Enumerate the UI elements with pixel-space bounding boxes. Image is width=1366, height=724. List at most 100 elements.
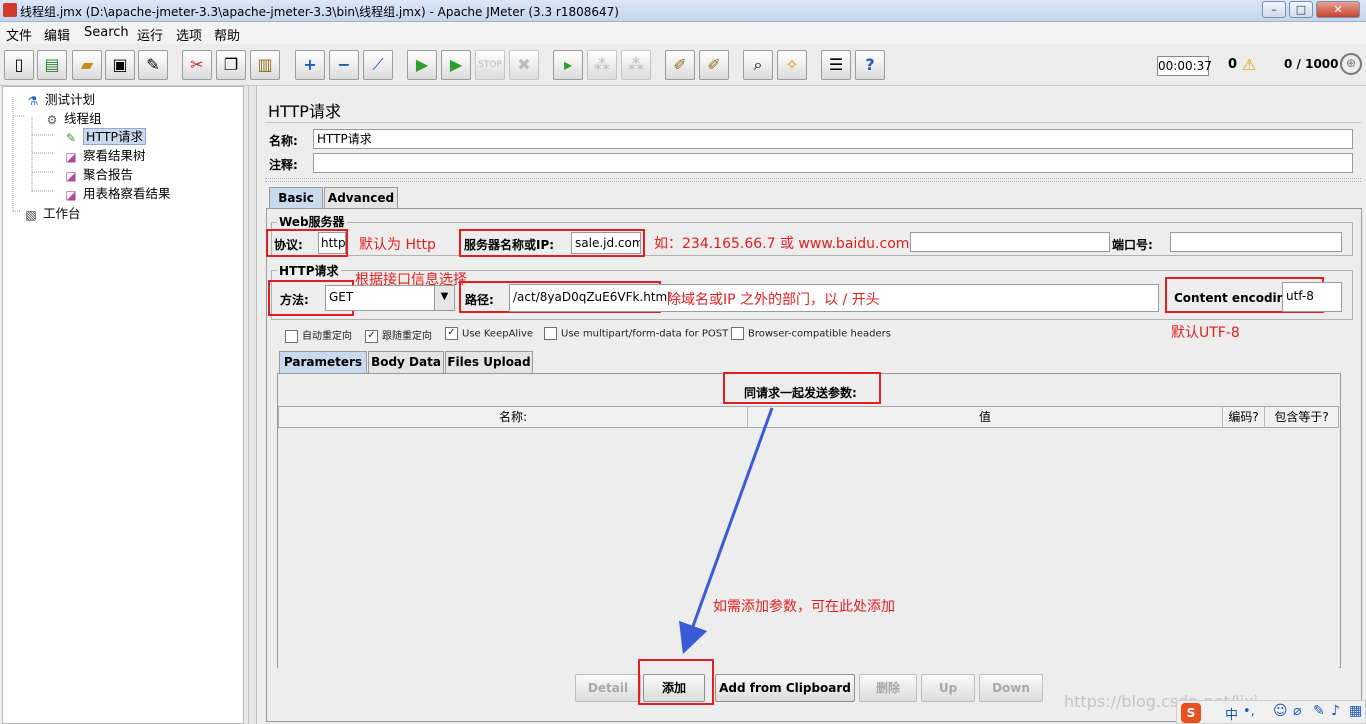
- help-icon[interactable]: ?: [855, 50, 885, 80]
- checkbox-keepalive-box[interactable]: ✓: [445, 327, 458, 340]
- checkbox-browser-headers-box[interactable]: [731, 327, 744, 340]
- maximize-button[interactable]: □: [1289, 1, 1313, 18]
- checkbox-multipart[interactable]: Use multipart/form-data for POST: [544, 327, 728, 340]
- expand-icon[interactable]: +: [295, 50, 325, 80]
- save-as-icon[interactable]: ✎: [138, 50, 168, 80]
- remote-shutdown-icon[interactable]: ⁂: [621, 50, 651, 80]
- test-plan-flask-icon: ⚗: [27, 93, 39, 108]
- elapsed-timer: 00:00:37: [1157, 56, 1212, 76]
- server-input[interactable]: sale.jd.com: [571, 232, 641, 254]
- checkbox-follow-redirects-box[interactable]: ✓: [365, 329, 378, 343]
- column-include-equals[interactable]: 包含等于?: [1265, 407, 1338, 427]
- skin-icon[interactable]: ▦: [1349, 703, 1362, 719]
- toggle-icon[interactable]: ⟋: [363, 50, 393, 80]
- checkbox-follow-redirects-label: 跟随重定向: [382, 331, 432, 342]
- column-value[interactable]: 值: [748, 407, 1223, 427]
- http-request-group-title: HTTP请求: [277, 262, 341, 279]
- menu-run[interactable]: 运行: [137, 25, 163, 44]
- menu-file[interactable]: 文件: [6, 25, 32, 44]
- add-button[interactable]: 添加: [643, 674, 705, 702]
- delete-button[interactable]: 删除: [859, 674, 917, 702]
- tab-advanced[interactable]: Advanced: [324, 187, 398, 209]
- paste-icon[interactable]: ▥: [250, 50, 280, 80]
- sogou-icon[interactable]: S: [1181, 703, 1201, 723]
- checkbox-multipart-box[interactable]: [544, 327, 557, 340]
- column-encode[interactable]: 编码?: [1223, 407, 1265, 427]
- up-button[interactable]: Up: [921, 674, 975, 702]
- ime-mode[interactable]: 中: [1225, 704, 1238, 723]
- collapse-icon[interactable]: −: [329, 50, 359, 80]
- tab-parameters[interactable]: Parameters: [279, 351, 367, 373]
- checkbox-keepalive-label: Use KeepAlive: [462, 328, 534, 340]
- tab-basic[interactable]: Basic: [269, 187, 323, 209]
- menu-edit[interactable]: 编辑: [44, 25, 70, 44]
- listener-chart-icon: ◪: [65, 187, 77, 202]
- chevron-down-icon[interactable]: ▼: [434, 286, 454, 310]
- save-icon[interactable]: ▣: [105, 50, 135, 80]
- open-folder-icon[interactable]: ▰: [72, 50, 102, 80]
- warning-icon[interactable]: ⚠: [1242, 55, 1256, 74]
- minimize-button[interactable]: –: [1262, 1, 1286, 18]
- jmeter-feather-icon: [3, 3, 17, 17]
- cut-icon[interactable]: ✂: [182, 50, 212, 80]
- method-select[interactable]: GET ▼: [325, 285, 455, 311]
- tree-node-test-plan[interactable]: ⚗ 测试计划: [25, 89, 95, 109]
- clear-all-icon[interactable]: ✐: [699, 50, 729, 80]
- name-input[interactable]: HTTP请求: [313, 129, 1353, 149]
- checkbox-auto-redirect[interactable]: 自动重定向: [285, 327, 352, 343]
- tree-node-view-results-tree[interactable]: ◪ 察看结果树: [63, 145, 145, 165]
- menu-help[interactable]: 帮助: [214, 25, 240, 44]
- port-input[interactable]: [1170, 232, 1342, 252]
- menu-search[interactable]: Search: [84, 25, 129, 40]
- encoding-input[interactable]: utf-8: [1282, 282, 1342, 312]
- title-bar: 线程组.jmx (D:\apache-jmeter-3.3\apache-jme…: [0, 0, 1366, 22]
- checkbox-browser-headers[interactable]: Browser-compatible headers: [731, 327, 891, 340]
- tab-files-upload[interactable]: Files Upload: [445, 351, 533, 373]
- copy-icon[interactable]: ❐: [216, 50, 246, 80]
- tab-body-data[interactable]: Body Data: [368, 351, 444, 373]
- split-pane-divider[interactable]: [244, 86, 256, 724]
- search-binoculars-icon[interactable]: ⌕: [743, 50, 773, 80]
- column-name[interactable]: 名称:: [279, 407, 748, 427]
- new-icon[interactable]: ▯: [4, 50, 34, 80]
- reset-search-broom-icon[interactable]: ✧: [777, 50, 807, 80]
- tree-node-aggregate-report[interactable]: ◪ 聚合报告: [63, 164, 133, 184]
- start-icon[interactable]: ▶: [407, 50, 437, 80]
- checkbox-keepalive[interactable]: ✓ Use KeepAlive: [445, 327, 533, 340]
- mic-icon[interactable]: ♪: [1331, 703, 1340, 719]
- shutdown-icon[interactable]: ✖: [509, 50, 539, 80]
- comment-input[interactable]: [313, 153, 1353, 173]
- path-hint-annotation: 除域名或IP 之外的部门，以 / 开头: [667, 292, 880, 308]
- checkbox-auto-redirect-box[interactable]: [285, 329, 298, 343]
- add-hint-annotation: 如需添加参数，可在此处添加: [713, 599, 895, 615]
- tree-node-workbench[interactable]: ▧ 工作台: [23, 203, 81, 223]
- protocol-input[interactable]: http: [318, 232, 346, 254]
- menu-options[interactable]: 选项: [176, 25, 202, 44]
- stop-icon[interactable]: STOP: [475, 50, 505, 80]
- detail-button[interactable]: Detail: [575, 674, 641, 702]
- workbench-label: 工作台: [43, 206, 81, 221]
- function-helper-icon[interactable]: ☰: [821, 50, 851, 80]
- emoji-icon[interactable]: ☺: [1273, 703, 1288, 719]
- tree-node-http-request[interactable]: ✎ HTTP请求: [63, 126, 146, 146]
- add-from-clipboard-button[interactable]: Add from Clipboard: [715, 674, 855, 702]
- punctuation-icon[interactable]: •,: [1243, 704, 1255, 719]
- pen-icon[interactable]: ✎: [1313, 703, 1325, 719]
- tree-node-view-results-table[interactable]: ◪ 用表格察看结果: [63, 183, 170, 203]
- checkbox-multipart-label: Use multipart/form-data for POST: [561, 328, 729, 340]
- ime-toolbar: S 中 •, ☺ ⌀ ✎ ♪ ▦: [1176, 700, 1366, 724]
- params-table-body[interactable]: [278, 428, 1339, 668]
- down-button[interactable]: Down: [979, 674, 1043, 702]
- web-server-group-title: Web服务器: [277, 213, 347, 230]
- remote-start-icon[interactable]: ▸: [553, 50, 583, 80]
- clear-icon[interactable]: ✐: [665, 50, 695, 80]
- checkbox-follow-redirects[interactable]: ✓ 跟随重定向: [365, 327, 432, 343]
- tree-node-thread-group[interactable]: ⚙ 线程组: [44, 108, 102, 128]
- path-label: 路径:: [465, 293, 494, 307]
- server-extension-input[interactable]: [910, 232, 1110, 252]
- close-window-button[interactable]: ✕: [1316, 1, 1360, 18]
- voice-icon[interactable]: ⌀: [1293, 703, 1301, 719]
- templates-icon[interactable]: ▤: [37, 50, 67, 80]
- start-no-pause-icon[interactable]: ▶: [441, 50, 471, 80]
- remote-stop-icon[interactable]: ⁂: [587, 50, 617, 80]
